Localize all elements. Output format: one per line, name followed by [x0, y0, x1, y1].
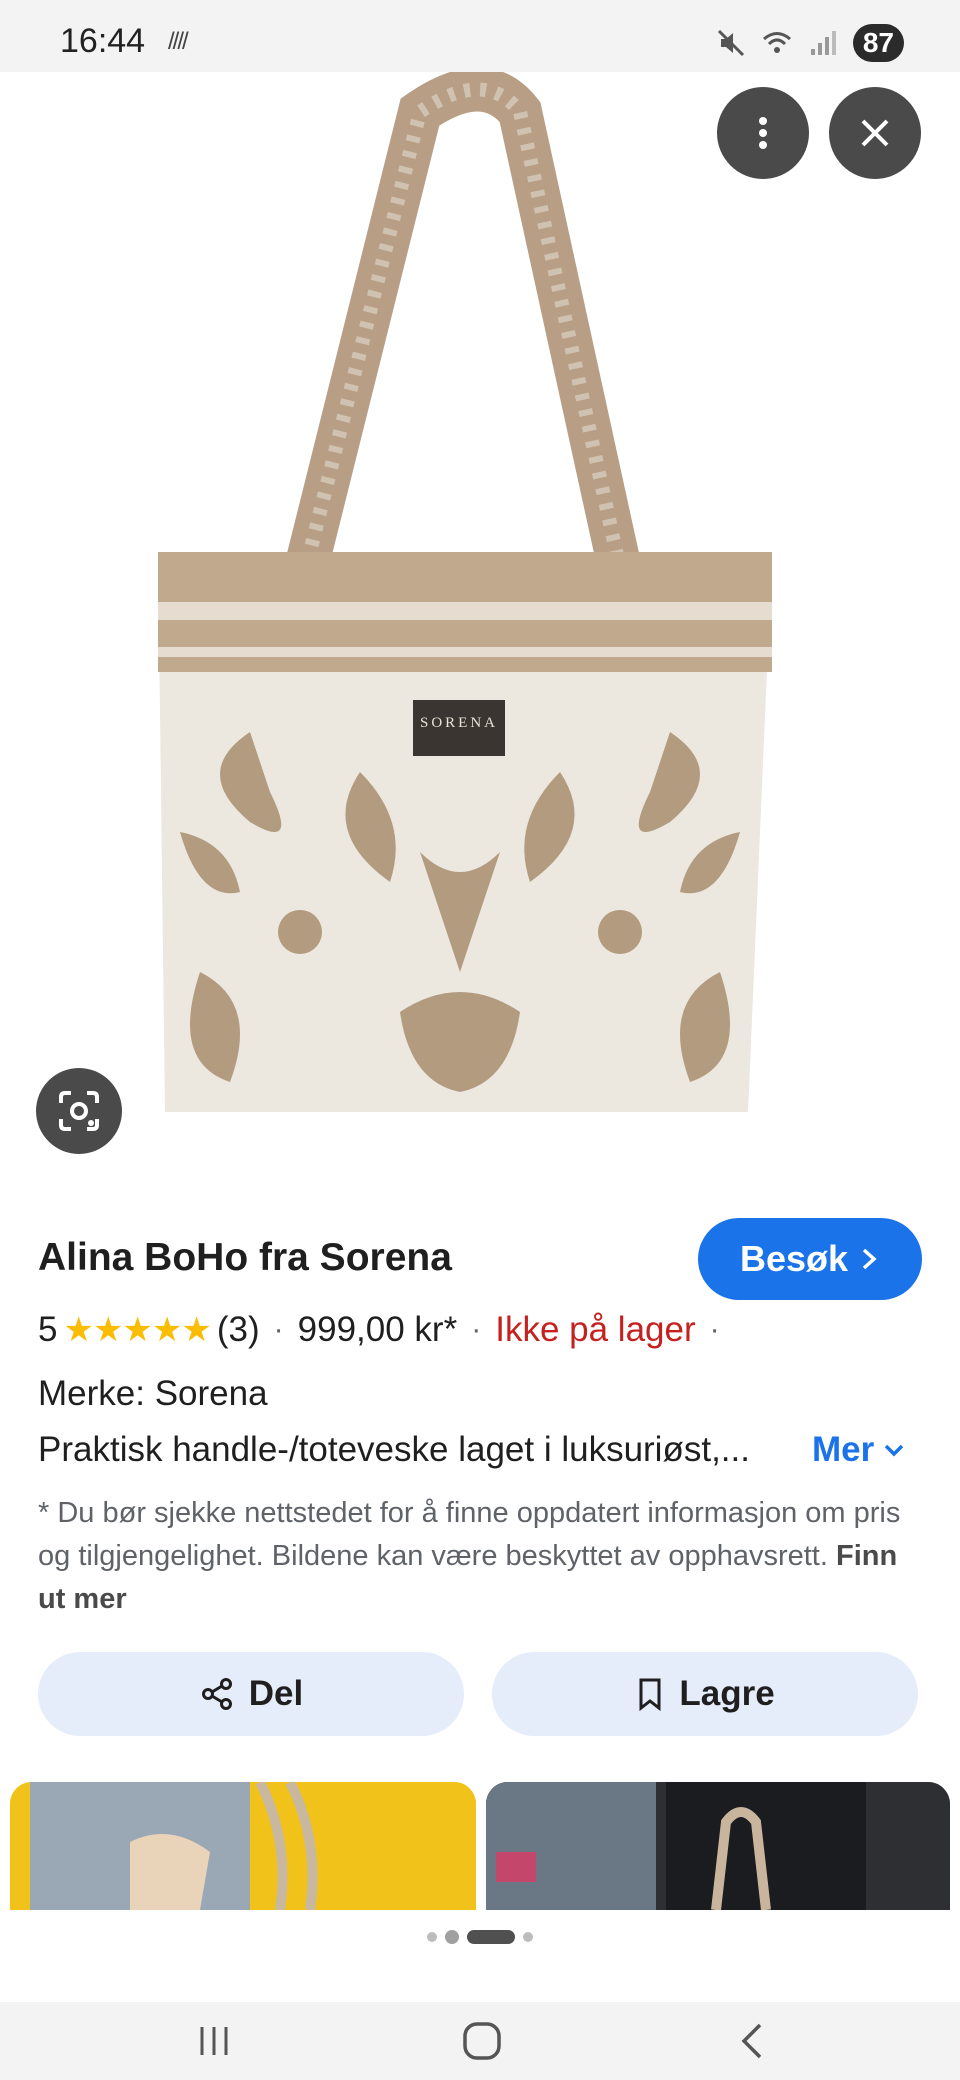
brand-label: Merke: Sorena [38, 1374, 268, 1413]
share-label: Del [248, 1674, 304, 1713]
recent-apps-button[interactable] [184, 2016, 244, 2066]
status-icons: 87 [715, 24, 904, 62]
product-title: Alina BoHo fra Sorena [38, 1236, 452, 1279]
status-time: 16:44 [60, 22, 146, 60]
chevron-down-icon [885, 1444, 904, 1457]
lens-button[interactable] [36, 1068, 122, 1154]
related-image-2[interactable] [486, 1782, 950, 1910]
tote-bag-image[interactable]: SORENA [0, 72, 960, 1184]
page-dot [445, 1930, 459, 1944]
battery-indicator: 87 [852, 24, 904, 62]
home-button[interactable] [452, 2016, 512, 2066]
bookmark-icon [639, 1678, 661, 1712]
home-icon [463, 2022, 501, 2060]
signal-icon [810, 31, 836, 55]
lens-icon [59, 1091, 99, 1131]
related-image-1-photo [10, 1782, 476, 1910]
bag-label: SORENA [420, 715, 498, 731]
separator-dot: · [709, 1313, 720, 1346]
more-button[interactable]: Mer [812, 1430, 906, 1470]
share-button[interactable]: Del [38, 1652, 464, 1736]
page-dot [523, 1932, 533, 1942]
status-extra: //// [168, 28, 189, 55]
price: 999,00 kr* [297, 1310, 458, 1349]
pagination-dots [0, 1930, 960, 1944]
more-label: Mer [812, 1430, 875, 1469]
separator-dot: · [273, 1313, 284, 1346]
review-count[interactable]: (3) [217, 1310, 260, 1350]
more-options-button[interactable] [717, 87, 809, 179]
visit-button[interactable]: Besøk [698, 1218, 922, 1300]
product-panel: Alina BoHo fra Sorena Besøk 5 ★★★★★ (3) … [0, 1184, 960, 2002]
wifi-icon [762, 32, 791, 53]
related-image-2-photo [486, 1782, 950, 1910]
back-button[interactable] [722, 2016, 782, 2066]
disclaimer-text: * Du bør sjekke nettstedet for å finne o… [38, 1497, 901, 1572]
description-row: Praktisk handle-/toteveske laget i luksu… [38, 1430, 922, 1470]
star-rating: ★★★★★ [63, 1311, 211, 1349]
page-dot [427, 1932, 437, 1942]
back-icon [741, 2023, 762, 2059]
page-dot-active [467, 1930, 515, 1944]
related-image-1[interactable] [10, 1782, 476, 1910]
more-vert-icon [759, 117, 767, 149]
rating-value: 5 [38, 1310, 58, 1349]
recent-apps-icon [200, 2027, 228, 2055]
product-meta: 5 ★★★★★ (3) · 999,00 kr* · Ikke på lager… [38, 1310, 734, 1350]
mute-icon [717, 29, 744, 57]
disclaimer: * Du bør sjekke nettstedet for å finne o… [38, 1492, 918, 1621]
close-button[interactable] [829, 87, 921, 179]
separator-dot: · [471, 1313, 482, 1346]
save-label: Lagre [679, 1674, 775, 1713]
description-text: Praktisk handle-/toteveske laget i luksu… [38, 1430, 750, 1469]
status-bar: 16:44 //// 87 [0, 0, 960, 72]
visit-label: Besøk [739, 1238, 849, 1279]
stock-status: Ikke på lager [495, 1310, 696, 1349]
chevron-right-icon [862, 1248, 877, 1270]
image-viewer: SORENA [0, 72, 960, 1184]
save-button[interactable]: Lagre [492, 1652, 918, 1736]
close-icon [861, 119, 889, 147]
nav-bar [0, 2002, 960, 2080]
share-icon [201, 1678, 232, 1710]
